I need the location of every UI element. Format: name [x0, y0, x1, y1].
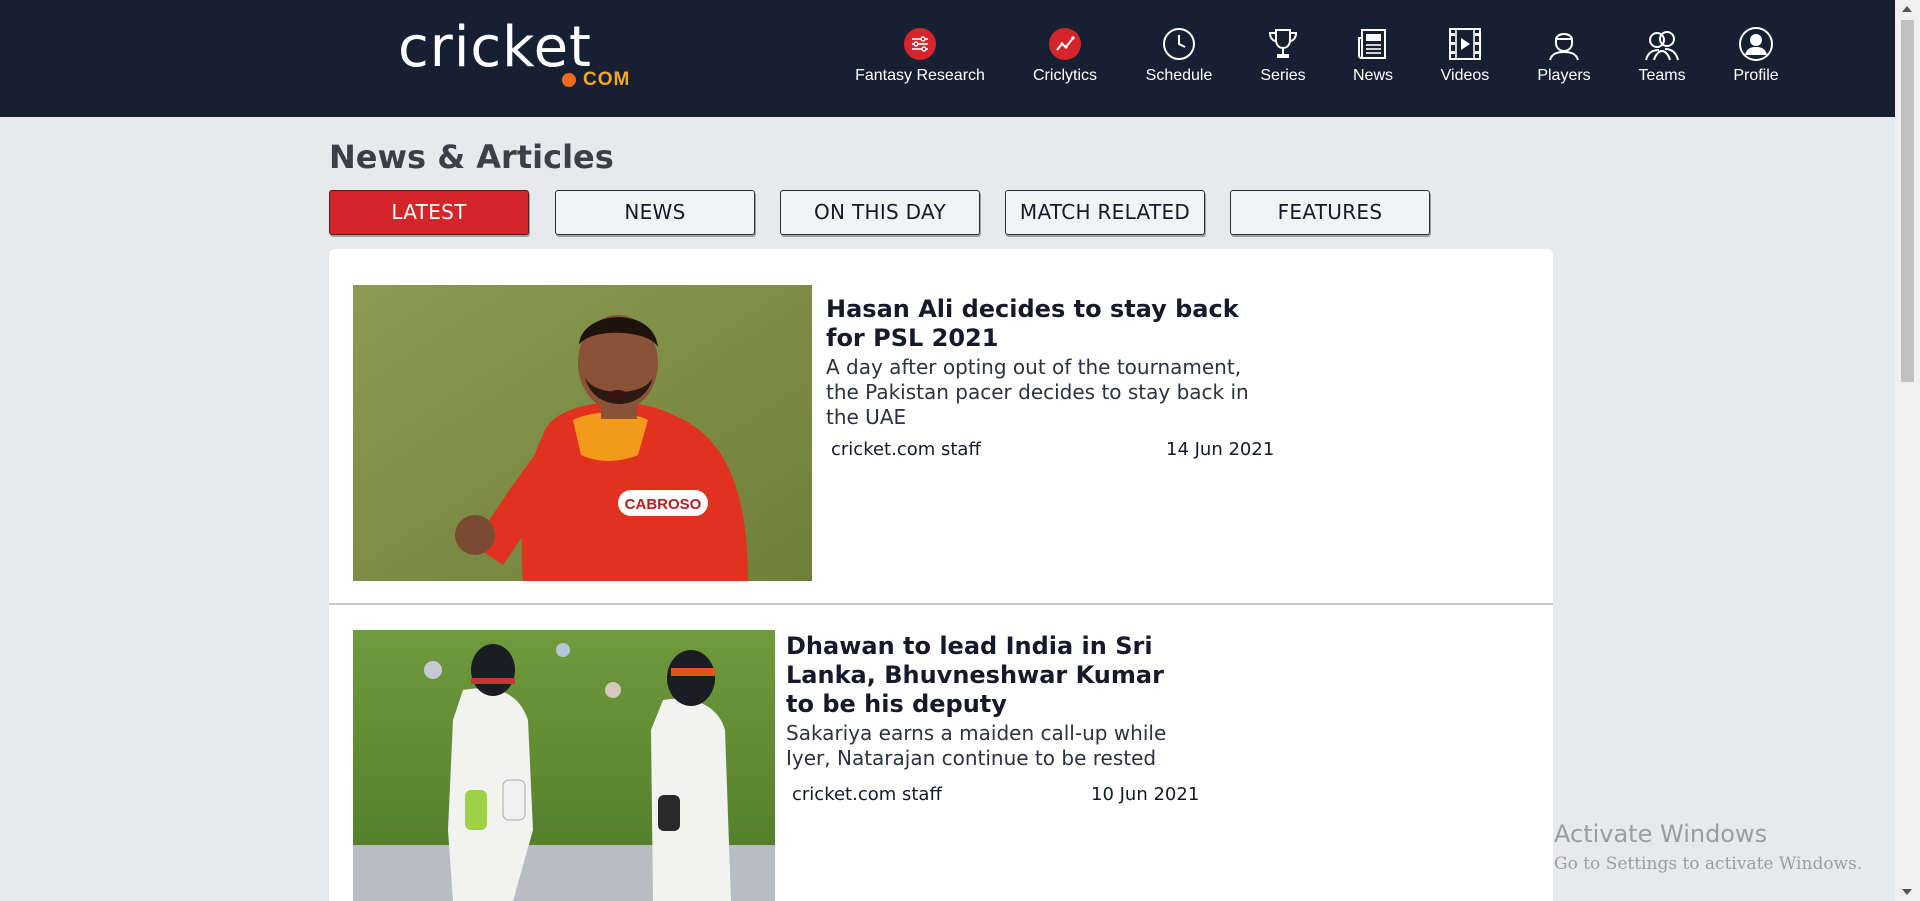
watermark-title: Activate Windows: [1554, 820, 1768, 848]
article-description: Sakariya earns a maiden call-up while Iy…: [786, 721, 1167, 770]
logo-dot: [562, 73, 576, 87]
nav-players[interactable]: Players: [1528, 26, 1600, 96]
tab-latest[interactable]: LATEST: [329, 190, 529, 235]
article-date: 14 Jun 2021: [1166, 439, 1275, 460]
nav-label: Criclytics: [1033, 67, 1097, 84]
nav-fantasy-research[interactable]: Fantasy Research: [855, 26, 985, 96]
svg-text:CABROSO: CABROSO: [625, 496, 702, 513]
article-thumbnail[interactable]: [353, 630, 775, 901]
article-title[interactable]: Hasan Ali decides to stay back for PSL 2…: [826, 295, 1266, 353]
nav-series[interactable]: Series: [1250, 26, 1316, 96]
trophy-icon: [1268, 29, 1298, 58]
page-title: News & Articles: [329, 138, 614, 176]
nav-label: Videos: [1440, 67, 1490, 84]
tab-match-related[interactable]: MATCH RELATED: [1005, 190, 1205, 235]
cricket-com-logo[interactable]: cricket COM: [398, 18, 638, 92]
newspaper-icon: [1358, 29, 1386, 59]
article-item[interactable]: CABROSO Hasan Ali decides to stay back f…: [329, 249, 1553, 603]
nav-teams[interactable]: Teams: [1630, 26, 1694, 96]
scroll-thumb[interactable]: [1901, 20, 1914, 382]
batsmen-walking-image: [353, 630, 775, 901]
tab-news[interactable]: NEWS: [555, 190, 755, 235]
article-thumbnail[interactable]: CABROSO: [353, 285, 812, 581]
article-author: cricket.com staff: [831, 439, 981, 460]
scroll-up-arrow-icon[interactable]: [1902, 6, 1912, 12]
top-navigation-bar: cricket COM Fantasy Research Criclytics …: [0, 0, 1895, 117]
nav-criclytics[interactable]: Criclytics: [1020, 26, 1110, 96]
article-author: cricket.com staff: [792, 784, 942, 805]
player-icon: [1549, 33, 1579, 61]
trend-icon: [1049, 28, 1081, 60]
clock-icon: [1163, 28, 1195, 60]
logo-domain: COM: [583, 69, 631, 90]
team-icon: [1645, 31, 1679, 61]
page-scrollbar[interactable]: [1895, 0, 1920, 901]
nav-label: Players: [1537, 67, 1591, 84]
watermark-subtitle: Go to Settings to activate Windows.: [1554, 854, 1863, 874]
windows-activation-watermark: Activate Windows Go to Settings to activ…: [1554, 820, 1862, 874]
nav-label: Profile: [1733, 67, 1779, 84]
articles-card: CABROSO Hasan Ali decides to stay back f…: [329, 249, 1553, 901]
nav-label: Series: [1260, 67, 1306, 84]
nav-label: Teams: [1638, 67, 1686, 84]
article-date: 10 Jun 2021: [1091, 784, 1200, 805]
nav-label: News: [1352, 67, 1393, 84]
nav-label: Fantasy Research: [855, 67, 985, 84]
article-description: A day after opting out of the tournament…: [826, 355, 1249, 429]
nav-schedule[interactable]: Schedule: [1136, 26, 1222, 96]
sliders-icon: [904, 28, 936, 60]
film-icon: [1449, 28, 1481, 60]
logo-wordmark: cricket: [398, 15, 593, 80]
nav-videos[interactable]: Videos: [1430, 26, 1500, 96]
nav-profile[interactable]: Profile: [1722, 26, 1790, 96]
tab-on-this-day[interactable]: ON THIS DAY: [780, 190, 980, 235]
nav-news[interactable]: News: [1344, 26, 1402, 96]
nav-label: Schedule: [1145, 67, 1213, 84]
article-title[interactable]: Dhawan to lead India in Sri Lanka, Bhuvn…: [786, 632, 1186, 719]
scroll-down-arrow-icon[interactable]: [1902, 889, 1912, 895]
user-circle-icon: [1739, 27, 1773, 61]
bowler-celebration-image: CABROSO: [353, 285, 812, 581]
tab-features[interactable]: FEATURES: [1230, 190, 1430, 235]
article-item[interactable]: Dhawan to lead India in Sri Lanka, Bhuvn…: [329, 605, 1553, 901]
